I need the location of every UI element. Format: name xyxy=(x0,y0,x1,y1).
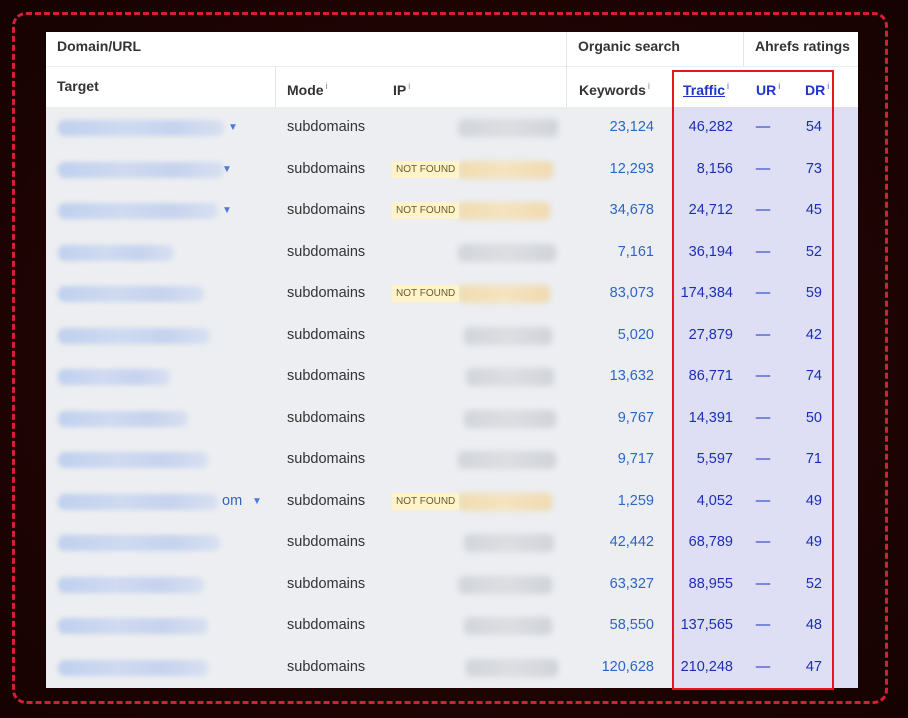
traffic-ratings-highlight-box xyxy=(672,70,834,690)
keywords-link[interactable]: 13,632 xyxy=(576,356,654,398)
mode-value: subdomains xyxy=(287,160,366,177)
target-url-redacted[interactable] xyxy=(58,576,204,593)
keywords-link[interactable]: 12,293 xyxy=(576,149,654,191)
chevron-down-icon[interactable]: ▼ xyxy=(252,481,262,523)
info-icon[interactable]: i xyxy=(648,81,650,91)
ip-redacted xyxy=(458,160,553,179)
target-url-redacted[interactable] xyxy=(58,161,224,178)
ip-redacted xyxy=(466,658,558,677)
target-url-redacted[interactable] xyxy=(58,369,170,385)
ip-not-found-badge: NOT FOUND xyxy=(392,202,460,219)
ip-redacted xyxy=(458,492,552,511)
ip-redacted xyxy=(458,243,556,262)
mode-value: subdomains xyxy=(287,202,366,218)
keywords-link[interactable]: 23,124 xyxy=(576,107,654,149)
mode-value: subdomains xyxy=(287,492,366,509)
ip-redacted xyxy=(464,409,556,428)
ip-not-found-badge: NOT FOUND xyxy=(392,285,460,302)
target-url-redacted[interactable] xyxy=(58,452,208,468)
keywords-link[interactable]: 63,327 xyxy=(576,564,654,606)
keywords-link[interactable]: 120,628 xyxy=(576,647,654,689)
mode-value: subdomains xyxy=(287,409,366,426)
ip-redacted xyxy=(458,285,550,303)
mode-value: subdomains xyxy=(287,119,366,135)
group-header-ratings: Ahrefs ratings xyxy=(755,38,850,54)
column-divider xyxy=(275,66,276,107)
mode-value: subdomains xyxy=(287,243,366,260)
ip-redacted xyxy=(458,202,550,220)
target-url-redacted[interactable] xyxy=(58,410,188,427)
column-divider xyxy=(743,32,744,66)
mode-value: subdomains xyxy=(287,575,366,592)
keywords-link[interactable]: 34,678 xyxy=(576,190,654,232)
target-url-redacted[interactable] xyxy=(58,203,218,219)
ip-not-found-badge: NOT FOUND xyxy=(392,492,460,510)
target-url-tail[interactable]: om xyxy=(222,481,242,523)
chevron-down-icon[interactable]: ▼ xyxy=(222,190,232,232)
target-url-redacted[interactable] xyxy=(58,618,208,634)
keywords-link[interactable]: 58,550 xyxy=(576,605,654,647)
keywords-link[interactable]: 9,717 xyxy=(576,439,654,481)
ip-redacted xyxy=(464,617,552,635)
column-header-target[interactable]: Target xyxy=(57,66,99,107)
ip-redacted xyxy=(464,326,552,345)
target-url-redacted[interactable] xyxy=(58,120,224,136)
target-url-redacted[interactable] xyxy=(58,286,204,302)
target-url-redacted[interactable] xyxy=(58,493,218,510)
group-header-domain: Domain/URL xyxy=(57,38,141,54)
ip-redacted xyxy=(458,119,558,137)
ip-redacted xyxy=(464,534,554,552)
target-url-redacted[interactable] xyxy=(58,659,208,676)
keywords-link[interactable]: 1,259 xyxy=(576,481,654,523)
keywords-link[interactable]: 83,073 xyxy=(576,273,654,315)
mode-value: subdomains xyxy=(287,285,366,301)
header-divider xyxy=(46,66,858,67)
ip-redacted xyxy=(466,368,554,386)
keywords-link[interactable]: 42,442 xyxy=(576,522,654,564)
mode-value: subdomains xyxy=(287,617,366,633)
target-url-redacted[interactable] xyxy=(58,244,174,261)
column-header-keywords[interactable]: Keywords i xyxy=(579,66,650,107)
info-icon[interactable]: i xyxy=(326,81,328,91)
column-divider xyxy=(566,32,567,107)
ip-not-found-badge: NOT FOUND xyxy=(392,160,460,178)
keywords-link[interactable]: 5,020 xyxy=(576,315,654,357)
mode-value: subdomains xyxy=(287,326,366,343)
ip-redacted xyxy=(458,451,556,469)
keywords-link[interactable]: 9,767 xyxy=(576,398,654,440)
target-url-redacted[interactable] xyxy=(58,535,220,551)
target-url-redacted[interactable] xyxy=(58,327,210,344)
mode-value: subdomains xyxy=(287,451,366,467)
info-icon[interactable]: i xyxy=(408,81,410,91)
ip-redacted xyxy=(458,575,552,594)
column-header-mode[interactable]: Mode i xyxy=(287,66,328,107)
keywords-link[interactable]: 7,161 xyxy=(576,232,654,274)
column-header-ip[interactable]: IP i xyxy=(393,66,410,107)
mode-value: subdomains xyxy=(287,658,366,675)
mode-value: subdomains xyxy=(287,368,366,384)
group-header-organic: Organic search xyxy=(578,38,680,54)
mode-value: subdomains xyxy=(287,534,366,550)
chevron-down-icon[interactable]: ▼ xyxy=(222,149,232,191)
chevron-down-icon[interactable]: ▼ xyxy=(228,107,238,149)
